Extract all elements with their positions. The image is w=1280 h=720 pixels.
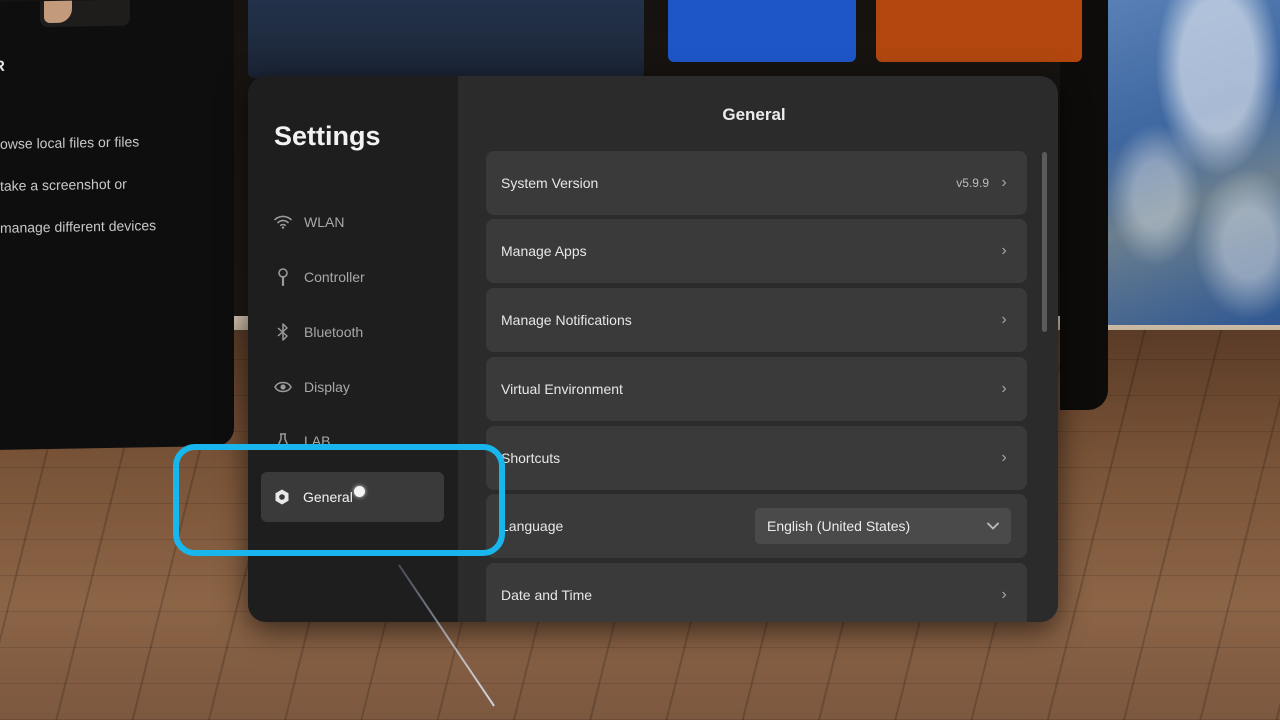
- background-info-panel: R owse local files or files take a scree…: [0, 0, 234, 451]
- row-label: System Version: [501, 175, 599, 191]
- chevron-down-icon: [987, 519, 999, 533]
- row-label: Date and Time: [501, 587, 593, 603]
- panel-line: owse local files or files: [0, 133, 140, 152]
- sidebar-item-wlan[interactable]: WLAN: [262, 199, 444, 245]
- chevron-right-icon: ›: [1001, 380, 1007, 397]
- settings-title: Settings: [274, 121, 381, 151]
- chevron-right-icon: ›: [1001, 242, 1007, 259]
- language-selected-value: English (United States): [767, 518, 911, 534]
- highlight-box: [173, 444, 505, 556]
- eye-icon: [272, 376, 294, 398]
- row-language: Language English (United States): [486, 494, 1027, 558]
- sidebar-item-display[interactable]: Display: [262, 364, 444, 410]
- general-panel: General System Version v5.9.9 › Manage A…: [458, 76, 1058, 622]
- language-dropdown[interactable]: English (United States): [755, 508, 1011, 544]
- chevron-right-icon: ›: [1001, 311, 1007, 328]
- wifi-icon: [272, 211, 294, 233]
- system-version-value: v5.9.9: [956, 176, 989, 190]
- scrollbar[interactable]: [1042, 152, 1047, 332]
- panel-line: take a screenshot or: [0, 175, 127, 194]
- row-shortcuts[interactable]: Shortcuts ›: [486, 426, 1027, 490]
- row-label: Manage Notifications: [501, 312, 632, 328]
- row-manage-notifications[interactable]: Manage Notifications ›: [486, 288, 1027, 352]
- row-label: Language: [501, 518, 564, 534]
- row-label: Shortcuts: [501, 450, 561, 466]
- panel-illustration: [40, 0, 130, 28]
- panel-line: manage different devices: [0, 217, 157, 236]
- row-virtual-environment[interactable]: Virtual Environment ›: [486, 357, 1027, 421]
- bluetooth-icon: [272, 321, 294, 343]
- sidebar-item-label: Bluetooth: [304, 324, 364, 340]
- row-system-version[interactable]: System Version v5.9.9 ›: [486, 151, 1027, 215]
- chevron-right-icon: ›: [1001, 174, 1007, 191]
- panel-heading: R: [0, 57, 5, 75]
- app-tile-dark[interactable]: [248, 0, 644, 78]
- page-title: General: [722, 105, 786, 124]
- app-tile-blue[interactable]: [668, 0, 856, 62]
- controller-icon: [272, 266, 294, 288]
- chevron-right-icon: ›: [1001, 449, 1007, 466]
- app-tile-orange[interactable]: [876, 0, 1082, 62]
- row-date-and-time[interactable]: Date and Time ›: [486, 563, 1027, 622]
- sidebar-item-bluetooth[interactable]: Bluetooth: [262, 309, 444, 355]
- row-manage-apps[interactable]: Manage Apps ›: [486, 219, 1027, 283]
- sidebar-item-label: WLAN: [304, 214, 345, 230]
- chevron-right-icon: ›: [1001, 586, 1007, 603]
- row-label: Virtual Environment: [501, 381, 623, 397]
- sidebar-item-label: Controller: [304, 269, 365, 285]
- row-label: Manage Apps: [501, 243, 587, 259]
- sidebar-item-label: Display: [304, 379, 350, 395]
- sidebar-item-controller[interactable]: Controller: [262, 254, 444, 300]
